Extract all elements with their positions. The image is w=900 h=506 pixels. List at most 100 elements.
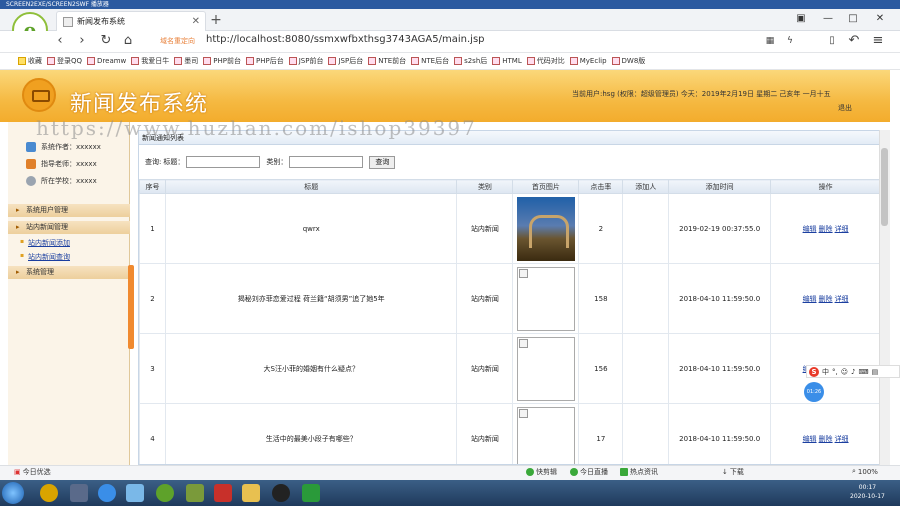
taskbar-app-icon[interactable]: [214, 484, 232, 502]
undo-icon[interactable]: ↶: [846, 33, 862, 49]
bookmark-item[interactable]: 登录QQ: [47, 56, 82, 66]
shirt-skin-icon[interactable]: ▣: [793, 12, 809, 26]
cell-clicks: 2: [578, 193, 624, 264]
refresh-icon[interactable]: ↻: [98, 33, 114, 49]
scrollbar-thumb[interactable]: [881, 148, 888, 226]
back-icon[interactable]: ‹: [52, 33, 68, 49]
watermark-text: https://www.huzhan.com/ishop39397: [36, 116, 477, 140]
bookmark-item[interactable]: JSP前台: [288, 56, 323, 66]
taskbar-app-icon[interactable]: [70, 484, 88, 502]
detail-link[interactable]: 详细: [835, 295, 849, 303]
taskbar-app-icon[interactable]: [126, 484, 144, 502]
edit-link[interactable]: 编辑: [803, 295, 817, 303]
bookmark-item[interactable]: 代码对比: [526, 56, 565, 66]
cell-category: 站内新闻: [456, 333, 514, 404]
taskbar-app-icon[interactable]: [242, 484, 260, 502]
logout-link[interactable]: 退出: [838, 103, 852, 113]
minimize-icon[interactable]: —: [820, 12, 836, 26]
bookmark-item[interactable]: DW8版: [611, 56, 645, 66]
cell-image: [512, 403, 580, 464]
tab-title: 新闻发布系统: [77, 17, 125, 26]
ime-toolbar[interactable]: S 中 °, ☺ ♪ ⌨ ▤: [806, 365, 900, 378]
taskbar-app-icon[interactable]: [302, 484, 320, 502]
cell-time: 2018-04-10 11:59:50.0: [668, 403, 772, 464]
column-header: 类别: [456, 179, 514, 194]
new-tab-icon[interactable]: +: [208, 12, 224, 28]
forward-icon[interactable]: ›: [74, 33, 90, 49]
detail-link[interactable]: 详细: [835, 225, 849, 233]
sidebar-link-news-add[interactable]: 站内新闻添加: [20, 238, 70, 248]
taskbar-app-icon[interactable]: [98, 484, 116, 502]
skin-icon: ▤: [871, 367, 879, 376]
emoji-icon: ☺: [840, 367, 849, 376]
status-item[interactable]: 热点资讯: [620, 467, 658, 477]
bookmark-item[interactable]: PHP后台: [246, 56, 284, 66]
device-icon[interactable]: ▯: [824, 33, 840, 49]
tray-date: 2020-10-17: [850, 493, 885, 500]
status-today-pick[interactable]: ▣ 今日优选: [14, 467, 51, 477]
tab-close-icon[interactable]: ✕: [192, 16, 200, 27]
close-window-icon[interactable]: ✕: [872, 12, 888, 26]
status-zoom[interactable]: ⌕ 100%: [852, 467, 878, 476]
bookmark-item[interactable]: s2sh后: [454, 56, 487, 66]
broken-image-icon: [516, 336, 575, 401]
cell-clicks: 156: [578, 333, 624, 404]
broken-image-icon: [516, 266, 575, 331]
content-panel: 新闻通知列表 查询: 标题： 类别： 查询 序号 标题 类别 首页图片 点击率 …: [138, 130, 880, 465]
delete-link[interactable]: 删除: [819, 435, 833, 443]
menu-icon[interactable]: ≡: [870, 33, 886, 49]
sidebar-info-teacher: 指导老师：xxxxx: [26, 159, 97, 169]
bookmark-item[interactable]: MyEclip: [569, 57, 607, 65]
bookmark-item[interactable]: JSP后台: [328, 56, 363, 66]
bookmark-item[interactable]: PHP前台: [203, 56, 241, 66]
search-title-input[interactable]: [186, 156, 261, 168]
home-icon[interactable]: ⌂: [120, 33, 136, 49]
status-download[interactable]: ↓ 下载: [722, 467, 744, 477]
cell-ops: 编辑删除详细: [770, 263, 879, 334]
status-item[interactable]: 快剪辑: [526, 467, 557, 477]
edit-link[interactable]: 编辑: [803, 225, 817, 233]
tray-clock[interactable]: 00:17 2020-10-17: [850, 483, 885, 501]
status-item[interactable]: 今日直播: [570, 467, 608, 477]
column-header: 标题: [164, 179, 458, 194]
bookmark-item[interactable]: NTE后台: [411, 56, 449, 66]
lightning-icon[interactable]: ϟ: [782, 33, 798, 49]
sidebar-section-system[interactable]: 系统管理: [8, 266, 130, 279]
ime-mode-label: 中: [822, 367, 829, 376]
bookmark-item[interactable]: Dreamw: [87, 57, 126, 65]
column-header: 序号: [139, 179, 166, 194]
taskbar-app-icon[interactable]: [156, 484, 174, 502]
delete-link[interactable]: 删除: [819, 295, 833, 303]
cell-image: [512, 193, 580, 264]
search-button[interactable]: 查询: [369, 155, 396, 169]
grid-icon[interactable]: ▦: [762, 33, 778, 49]
column-header: 添加人: [622, 179, 670, 194]
bookmark-icon: [611, 57, 620, 65]
maximize-icon[interactable]: □: [845, 12, 861, 26]
sidebar-section-news[interactable]: 站内新闻管理: [8, 221, 130, 234]
address-input[interactable]: http://localhost:8080/ssmxwfbxthsg3743AG…: [206, 34, 485, 45]
cell-title: 生活中的最美小段子有哪些？: [164, 403, 458, 464]
bookmark-item[interactable]: NTE前台: [368, 56, 406, 66]
delete-link[interactable]: 删除: [819, 225, 833, 233]
cell-no: 4: [139, 403, 166, 464]
start-button-icon[interactable]: [2, 482, 24, 504]
cell-adder: [622, 263, 670, 334]
user-info: 当前用户:hsg (权限：超级管理员) 今天：2019年2月19日 星期二 己亥…: [572, 90, 831, 98]
tab-main[interactable]: 新闻发布系统 ✕: [56, 11, 206, 31]
edit-link[interactable]: 编辑: [803, 435, 817, 443]
sidebar-splitter[interactable]: [128, 265, 134, 349]
bookmark-icon: [131, 57, 140, 65]
sidebar-link-news-query[interactable]: 站内新闻查询: [20, 252, 70, 262]
bookmark-item[interactable]: HTML: [492, 57, 522, 65]
taskbar-app-icon[interactable]: [40, 484, 58, 502]
bookmark-item[interactable]: 墨司: [174, 56, 198, 66]
search-category-input[interactable]: [289, 156, 364, 168]
detail-link[interactable]: 详细: [835, 435, 849, 443]
taskbar-app-icon[interactable]: [186, 484, 204, 502]
bookmark-item[interactable]: 我爱日牛: [131, 56, 169, 66]
sidebar-section-users[interactable]: 系统用户管理: [8, 204, 130, 217]
bookmark-item[interactable]: 收藏: [18, 56, 42, 66]
bookmark-icon: [526, 57, 535, 65]
taskbar-app-icon[interactable]: [272, 484, 290, 502]
